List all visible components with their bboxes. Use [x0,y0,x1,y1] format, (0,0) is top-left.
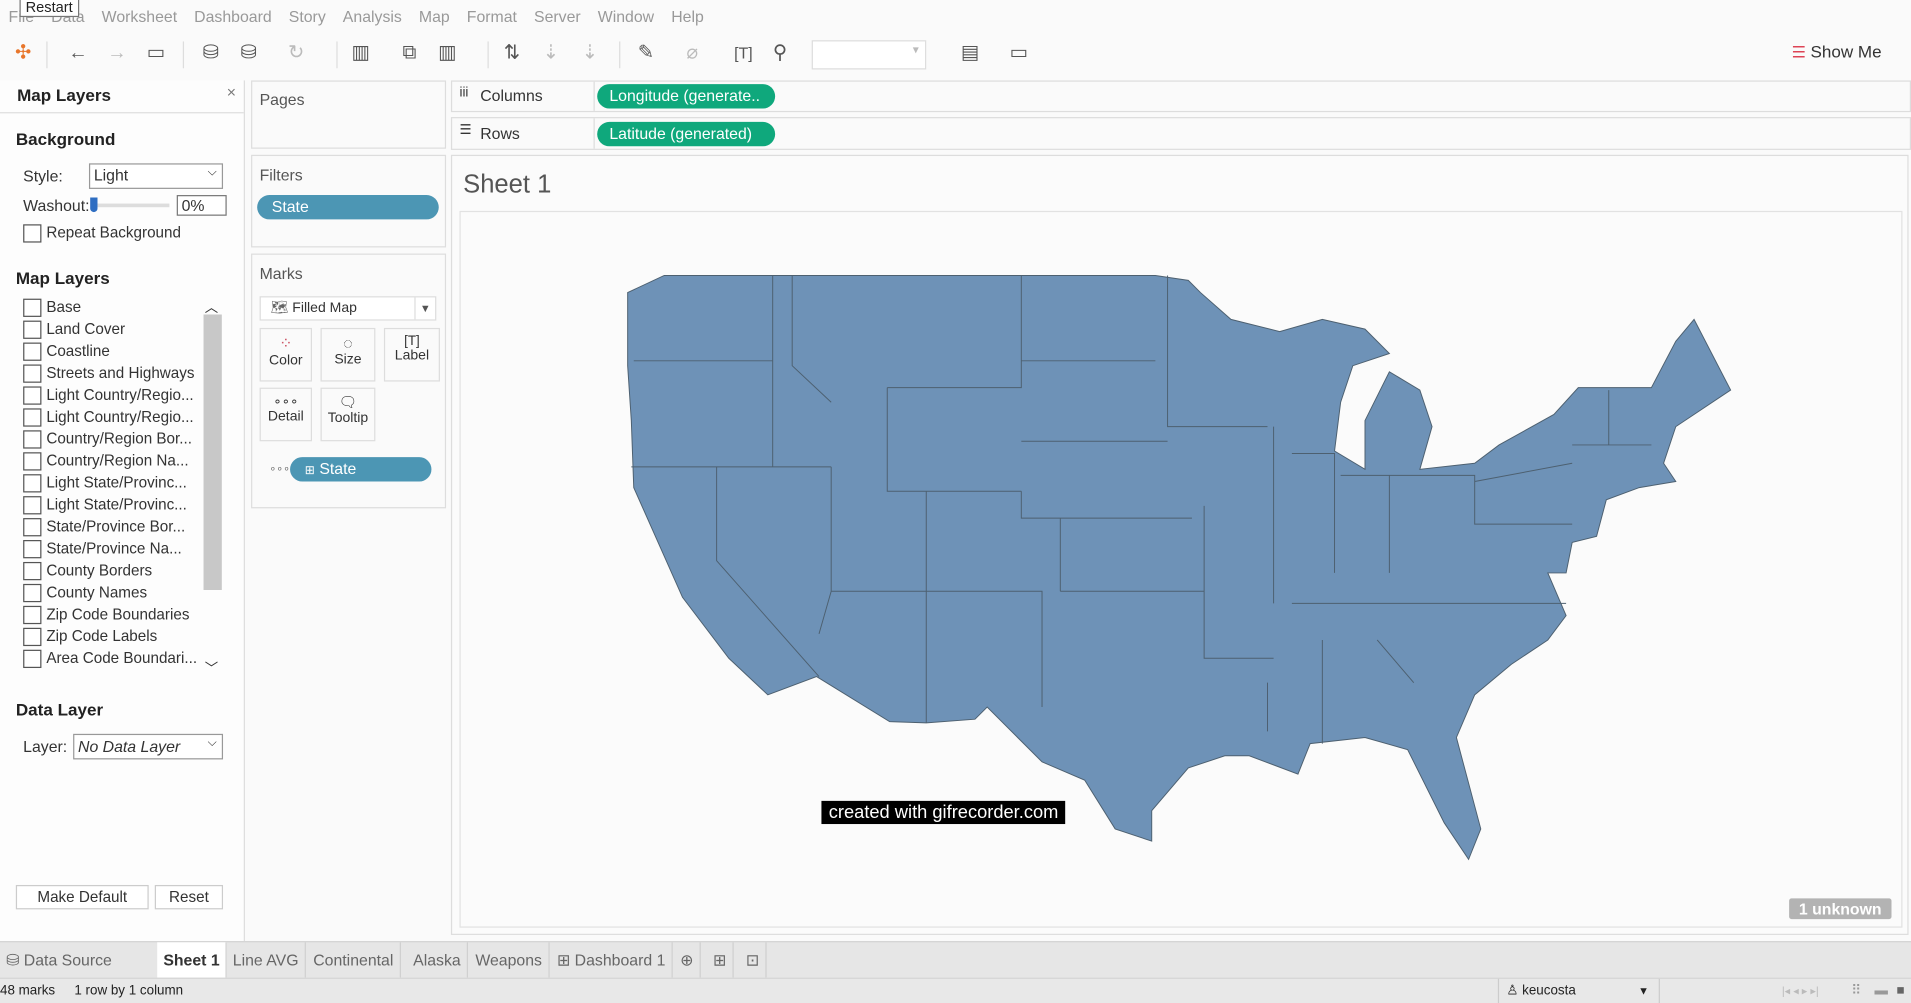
new-worksheet-tab-icon[interactable]: ⊕ [674,942,701,978]
marks-count: 48 marks [0,983,56,999]
states-filled-map[interactable] [627,275,1732,861]
page-navigation-icons[interactable]: |◂ ◂ ▸ ▸| [1782,979,1819,1003]
tab-view-icon[interactable]: ■ [1896,979,1904,1003]
tab-line-avg[interactable]: Line AVG [227,942,306,978]
tab-sheet-1[interactable]: Sheet 1 [157,942,227,978]
grid-view-icon[interactable]: ⠿ [1851,979,1861,1003]
watermark: created with gifrecorder.com [821,800,1066,825]
dashboard-icon: ⊞ [556,950,571,970]
new-story-tab-icon[interactable]: ⊡ [740,942,767,978]
user-icon: ♙ [1506,983,1519,999]
sheet-tabs: ⛁ Data Source Sheet 1 Line AVG Continent… [0,941,1911,978]
user-menu[interactable]: ♙ keucosta ▼ [1497,978,1660,1003]
us-map [627,275,1732,861]
tab-data-source[interactable]: ⛁ Data Source [0,942,156,977]
new-dashboard-tab-icon[interactable]: ⊞ [707,942,734,978]
status-bar: 48 marks 1 row by 1 column ♙ keucosta ▼ … [0,977,1911,1003]
tooltip: Restart [19,0,79,18]
tab-alaska[interactable]: Alaska [407,942,469,978]
tab-dashboard-1[interactable]: ⊞ Dashboard 1 [551,942,673,978]
row-column-count: 1 row by 1 column [74,983,184,999]
database-icon: ⛁ [6,950,20,970]
filmstrip-view-icon[interactable]: ▬ [1874,979,1887,1003]
tab-continental[interactable]: Continental [307,942,401,978]
chevron-down-icon: ▼ [1638,984,1649,998]
tab-weapons[interactable]: Weapons [469,942,550,978]
